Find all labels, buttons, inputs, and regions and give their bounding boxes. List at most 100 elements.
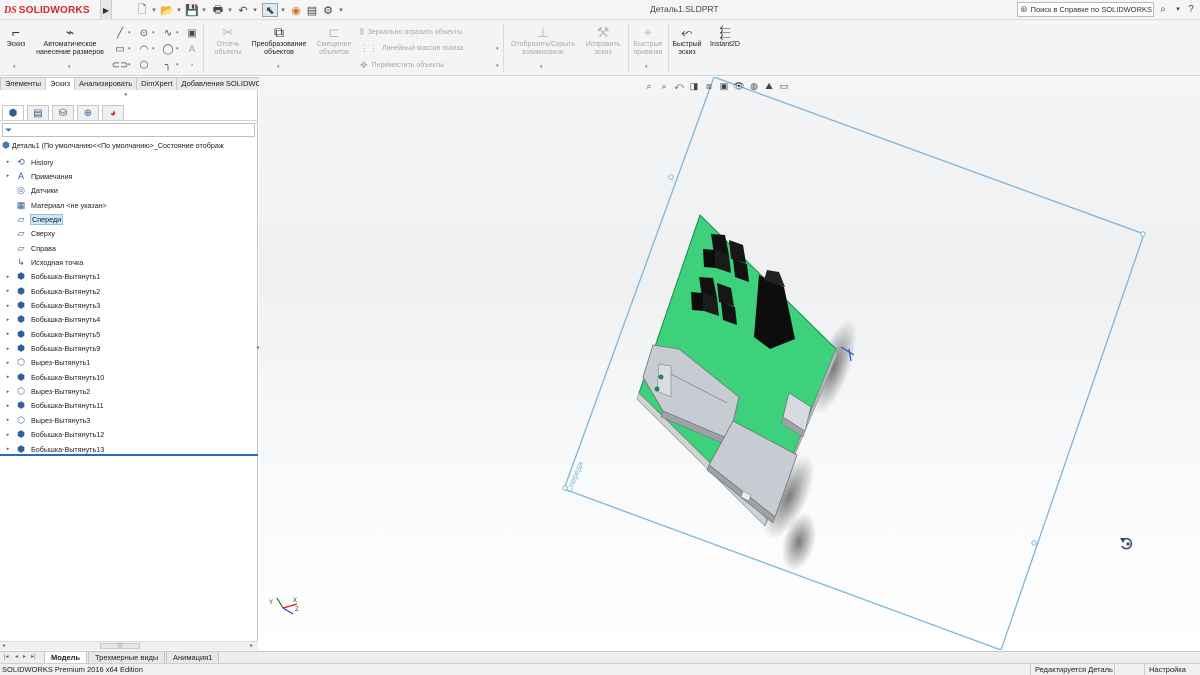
help-search-input[interactable]: ⊛ Поиск в Справке по SOLIDWORKS <box>1017 2 1154 17</box>
new-document-icon[interactable]: 🗋 <box>134 3 150 17</box>
open-folder-icon[interactable]: 📂 <box>159 3 175 17</box>
tree-item[interactable]: ▸ ⬡ Вырез-Вытянуть2 <box>4 385 91 399</box>
tree-root-part[interactable]: ⬢ Деталь1 (По умолчанию<<По умолчанию>_С… <box>2 140 256 151</box>
rapid-sketch-button[interactable]: ⬿ Быстрый эскиз <box>670 24 704 57</box>
feature-manager-tab-icon[interactable]: ⬢ <box>2 105 24 120</box>
mirror-entities-button[interactable]: ⫴ Зеркально отразить объекты <box>360 27 462 38</box>
tree-item[interactable]: ◎ Датчики <box>4 184 58 198</box>
rebuild-icon[interactable]: ◉ <box>288 3 304 17</box>
slot-icon[interactable]: ⊂⊃ <box>112 59 129 71</box>
tab-3[interactable]: DimXpert <box>136 77 178 90</box>
tree-item[interactable]: ▱ Справа <box>4 241 56 255</box>
fillet-dropdown-icon[interactable]: ▾ <box>176 62 179 68</box>
print-icon[interactable]: 🖶 <box>210 3 226 17</box>
line-icon[interactable]: ╱ <box>114 27 126 39</box>
tree-item[interactable]: ▸ ⬢ Бобышка-Вытянуть1 <box>4 270 100 284</box>
scroll-right-icon[interactable]: ▸ <box>250 642 253 649</box>
options-gear-icon[interactable]: ⚙ <box>320 3 336 17</box>
select-dropdown-icon[interactable]: ▾ <box>279 3 287 17</box>
plane-handle[interactable] <box>668 174 674 180</box>
expand-toggle-icon[interactable]: ▸ <box>4 360 12 366</box>
previous-view-icon[interactable]: ⤺ <box>673 80 685 92</box>
tree-item[interactable]: ▦ Материал <не указан> <box>4 198 107 212</box>
tree-item[interactable]: ▱ Сверху <box>4 227 56 241</box>
scroll-left-icon[interactable]: ◂ <box>2 642 5 649</box>
expand-toggle-icon[interactable]: ▸ <box>4 374 12 380</box>
move-dropdown-icon[interactable]: ▾ <box>496 63 499 69</box>
save-dropdown-icon[interactable]: ▾ <box>200 3 208 17</box>
expand-toggle-icon[interactable]: ▸ <box>4 331 12 337</box>
sketch-button[interactable]: ⌐ Эскиз <box>5 24 27 49</box>
arc-dropdown-icon[interactable]: ▾ <box>152 46 155 52</box>
tab-0[interactable]: Элементы <box>0 77 46 90</box>
graphics-area[interactable]: Спереди Y X Z ⌕ ⌕ ⤺ ◨ ⧈ ▣ 👁 ◍ ⛰ ▭ <box>259 77 1200 650</box>
instant2d-button[interactable]: ⬱ Instant2D <box>706 24 744 49</box>
rectangle-dropdown-icon[interactable]: ▾ <box>128 46 131 52</box>
horizontal-scrollbar[interactable]: ◂ ||| ▸ <box>0 641 258 650</box>
scrollbar-thumb[interactable]: ||| <box>100 643 140 649</box>
section-view-icon[interactable]: ◨ <box>688 80 700 92</box>
ellipse-dropdown-icon[interactable]: ▾ <box>176 46 179 52</box>
spline-dropdown-icon[interactable]: ▾ <box>176 30 179 36</box>
tree-item[interactable]: ↳ Исходная точка <box>4 255 83 269</box>
rectangle-icon[interactable]: ▭ <box>114 43 126 55</box>
tree-item[interactable]: ▸ ⬢ Бобышка-Вытянуть4 <box>4 313 100 327</box>
quick-snaps-button[interactable]: ⌖ Быстрые привязки <box>630 24 666 57</box>
slot-dropdown-icon[interactable]: ▾ <box>128 62 131 68</box>
apply-scene-icon[interactable]: ⛰ <box>763 80 775 92</box>
move-entities-button[interactable]: ✥ Переместить объекты <box>360 60 444 71</box>
help-question-icon[interactable]: ? <box>1185 2 1197 16</box>
tree-item[interactable]: ▸ ⬢ Бобышка-Вытянуть2 <box>4 284 100 298</box>
linear-pattern-button[interactable]: ⋮⋮ Линейный массив эскиза <box>360 43 463 54</box>
expand-toggle-icon[interactable]: ▸ <box>4 274 12 280</box>
zoom-to-area-icon[interactable]: ⌕ <box>658 80 670 92</box>
quick-snaps-dropdown-icon[interactable]: ▾ <box>645 64 648 70</box>
tree-item[interactable]: ▸ ⟲ History <box>4 155 54 169</box>
expand-toggle-icon[interactable]: ▸ <box>4 317 12 323</box>
circle-icon[interactable]: ⊙ <box>138 27 150 39</box>
tab-1[interactable]: Эскиз <box>44 77 76 90</box>
tree-item[interactable]: ▸ ⬢ Бобышка-Вытянуть10 <box>4 370 104 384</box>
next-tab-icon[interactable]: ▸ <box>23 653 26 660</box>
zoom-to-fit-icon[interactable]: ⌕ <box>643 80 655 92</box>
expand-toggle-icon[interactable]: ▸ <box>4 417 12 423</box>
smart-dimension-button[interactable]: ⌁ Автоматическое нанесение размеров <box>30 24 110 57</box>
circle-dropdown-icon[interactable]: ▾ <box>152 30 155 36</box>
edit-appearance-icon[interactable]: ◍ <box>748 80 760 92</box>
repair-sketch-button[interactable]: ⚒ Исправить эскиз <box>581 24 625 57</box>
plane-handle[interactable] <box>1140 231 1146 237</box>
options-dropdown-icon[interactable]: ▾ <box>337 3 345 17</box>
tree-item[interactable]: ▸ ⬢ Бобышка-Вытянуть11 <box>4 399 104 413</box>
undo-dropdown-icon[interactable]: ▾ <box>251 3 259 17</box>
select-cursor-icon[interactable]: ⬉ <box>262 3 278 17</box>
tab-2[interactable]: Анализировать <box>74 77 138 90</box>
tree-item[interactable]: ▸ ⬢ Бобышка-Вытянуть9 <box>4 342 100 356</box>
plane-small-icon[interactable]: ◦ <box>186 59 198 71</box>
configuration-manager-tab-icon[interactable]: ⛁ <box>52 105 74 120</box>
first-tab-icon[interactable]: |◂ <box>4 653 9 660</box>
expand-toggle-icon[interactable]: ▸ <box>4 403 12 409</box>
polygon-icon[interactable]: ⬡ <box>138 59 150 71</box>
smart-dimension-dropdown-icon[interactable]: ▾ <box>68 64 71 70</box>
convert-dropdown-icon[interactable]: ▾ <box>277 64 280 70</box>
dimxpert-manager-tab-icon[interactable]: ⊕ <box>77 105 99 120</box>
text-icon[interactable]: A <box>186 43 198 55</box>
panel-collapse-dot-icon[interactable]: ● <box>124 92 128 98</box>
print-dropdown-icon[interactable]: ▾ <box>226 3 234 17</box>
tree-item[interactable]: ▸ ⬡ Вырез-Вытянуть1 <box>4 356 91 370</box>
search-magnifier-icon[interactable]: ⌕ <box>1157 2 1169 16</box>
point-icon[interactable]: ▣ <box>186 27 198 39</box>
plane-handle[interactable] <box>1031 540 1037 546</box>
fillet-icon[interactable]: ╮ <box>162 59 174 71</box>
open-dropdown-icon[interactable]: ▾ <box>175 3 183 17</box>
hide-show-items-icon[interactable]: 👁 <box>733 80 745 92</box>
property-manager-tab-icon[interactable]: ▤ <box>27 105 49 120</box>
tree-item[interactable]: ▱ Спереди <box>4 212 64 226</box>
last-tab-icon[interactable]: ▸| <box>31 653 36 660</box>
expand-toggle-icon[interactable]: ▸ <box>4 288 12 294</box>
view-orientation-icon[interactable]: ⧈ <box>703 80 715 92</box>
linear-pattern-dropdown-icon[interactable]: ▾ <box>496 46 499 52</box>
display-relations-button[interactable]: ⊥ Отобразить/Скрыть взаимосвязи <box>506 24 580 57</box>
expand-toggle-icon[interactable]: ▸ <box>4 159 12 165</box>
expand-toggle-icon[interactable]: ▸ <box>4 389 12 395</box>
